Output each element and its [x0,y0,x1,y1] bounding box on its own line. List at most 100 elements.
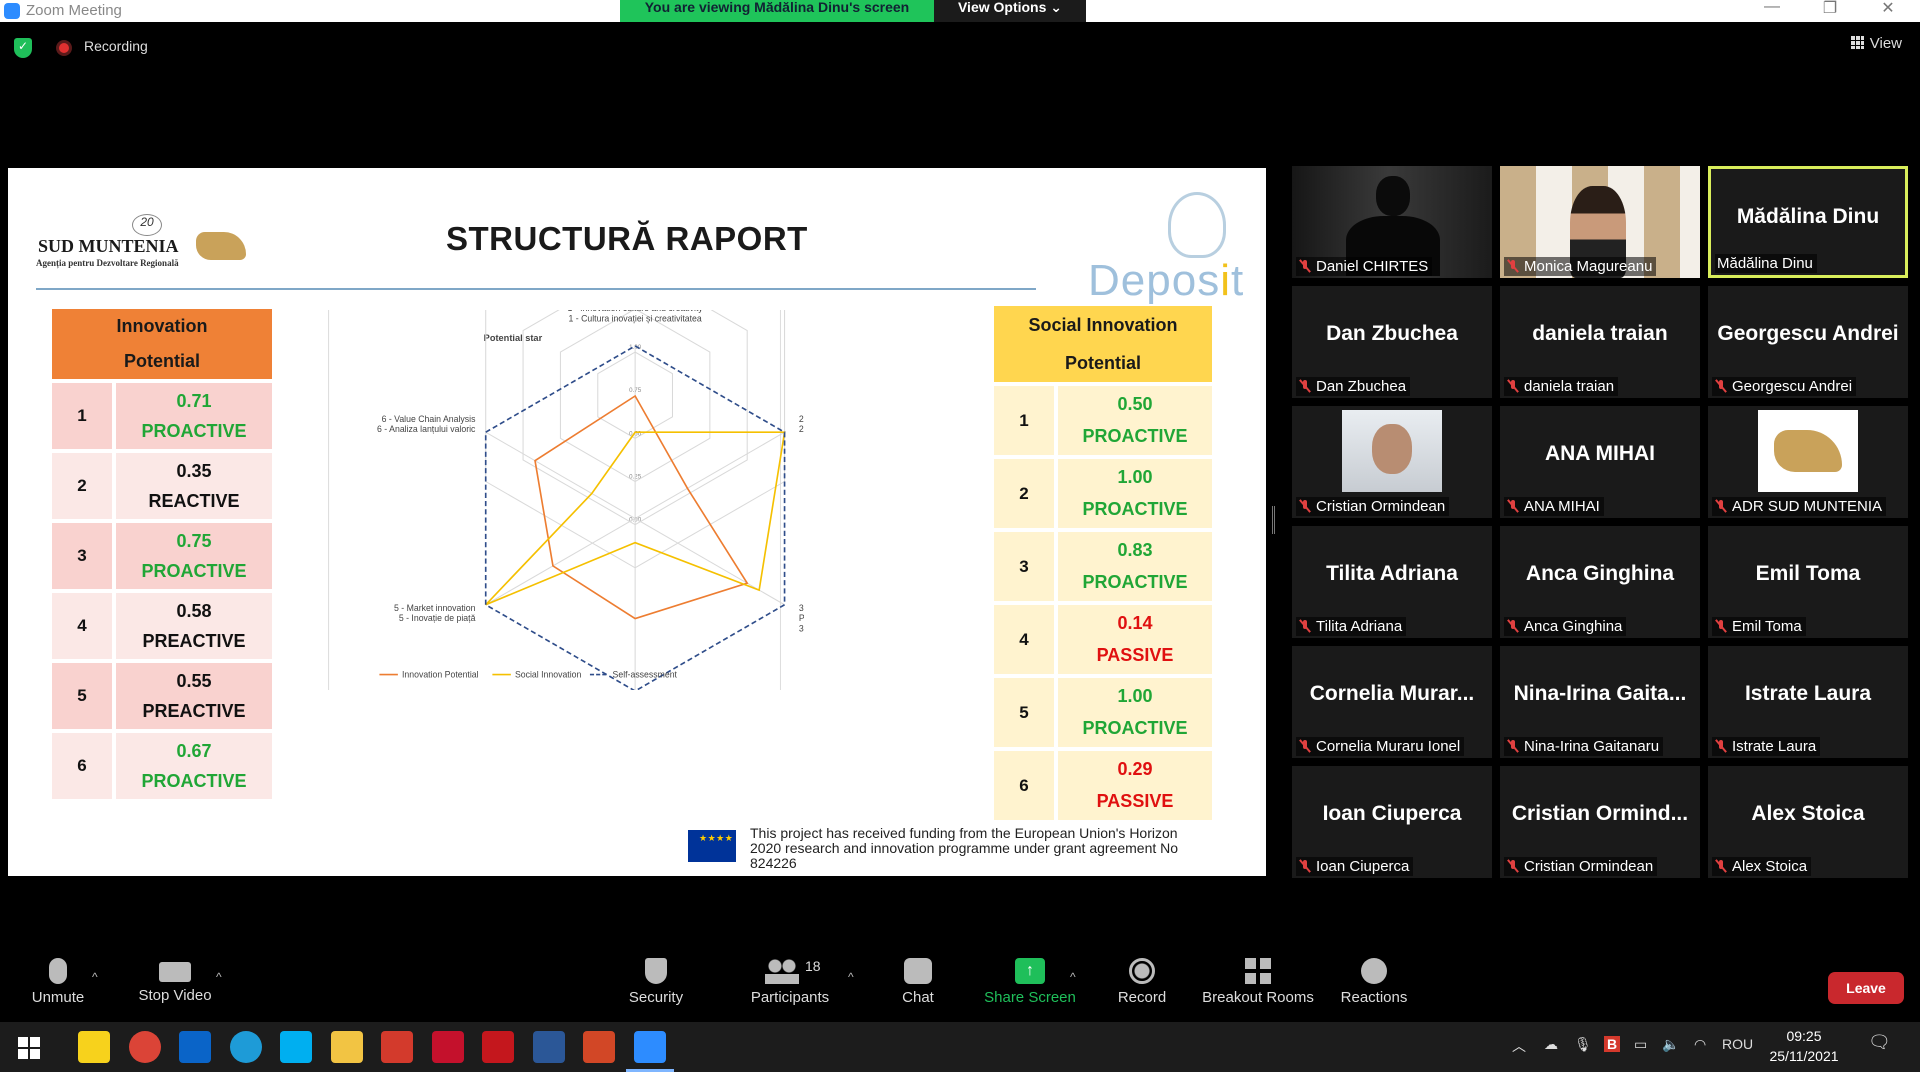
security-button[interactable]: Security [618,958,694,1006]
microphone-tray-icon[interactable]: 🎙 [1574,1036,1592,1053]
muted-microphone-icon [1298,739,1312,753]
row-number: 5 [52,663,112,729]
participants-options-caret[interactable]: ^ [848,970,854,984]
table-row: 1 0.50 PROACTIVE [994,382,1212,455]
muted-microphone-icon [49,958,67,984]
score-value: 0.67 [176,740,212,761]
viewing-banner: You are viewing Mădălina Dinu's screen [620,0,934,22]
reactions-button[interactable]: Reactions [1334,958,1414,1006]
stop-video-button[interactable]: Stop Video [132,958,218,1004]
participant-tile[interactable]: Dan Zbuchea Dan Zbuchea [1292,286,1492,398]
participant-tile[interactable]: Cristian Ormindean [1292,406,1492,518]
taskbar-skype-icon[interactable] [280,1031,312,1063]
participant-tile[interactable]: Cristian Ormind... Cristian Ormindean [1500,766,1700,878]
participant-name-label: daniela traian [1504,377,1619,396]
row-value-cell: 1.00 PROACTIVE [1054,678,1212,747]
close-button[interactable]: ✕ [1868,0,1908,18]
participant-display-name: Nina-Irina Gaita... [1513,682,1687,705]
share-screen-button[interactable]: ↑ Share Screen [982,958,1078,1006]
view-button[interactable]: View [1850,35,1902,52]
participant-display-name: Istrate Laura [1744,682,1872,705]
participant-tile[interactable]: Georgescu Andrei Georgescu Andrei [1708,286,1908,398]
minimize-button[interactable]: — [1752,0,1792,16]
row-number: 6 [994,751,1054,820]
participant-tile[interactable]: Anca Ginghina Anca Ginghina [1500,526,1700,638]
participant-name-label: Monica Magureanu [1504,257,1657,276]
muted-microphone-icon [1506,259,1520,273]
taskbar-app-red-1-icon[interactable] [381,1031,413,1063]
participant-tile[interactable]: ADR SUD MUNTENIA [1708,406,1908,518]
cloud-icon[interactable]: ☁ [1544,1036,1558,1053]
participant-tile[interactable]: ANA MIHAI ANA MIHAI [1500,406,1700,518]
score-level: PREACTIVE [142,700,246,721]
taskbar-powerpoint-icon[interactable] [583,1031,615,1063]
breakout-rooms-icon [1245,958,1271,984]
video-options-caret[interactable]: ^ [216,970,222,984]
taskbar-sticky-notes-icon[interactable] [78,1031,110,1063]
participant-tile[interactable]: daniela traian daniela traian [1500,286,1700,398]
participant-tile[interactable]: Daniel CHIRTES [1292,166,1492,278]
taskbar-word-icon[interactable] [532,1031,565,1063]
row-number: 4 [994,605,1054,674]
system-clock[interactable]: 09:25 25/11/2021 [1762,1026,1846,1066]
wifi-icon[interactable]: ◠ [1694,1036,1706,1053]
row-value-cell: 0.83 PROACTIVE [1054,532,1212,601]
participant-display-name: Dan Zbuchea [1326,322,1458,345]
taskbar-acrobat-icon[interactable] [482,1031,514,1063]
participant-tile[interactable]: Tilita Adriana Tilita Adriana [1292,526,1492,638]
participant-tile[interactable]: Istrate Laura Istrate Laura [1708,646,1908,758]
muted-microphone-icon [1714,859,1728,873]
participant-tile[interactable]: Emil Toma Emil Toma [1708,526,1908,638]
chart-title: Potential star [484,333,543,343]
score-value: 1.00 [1117,686,1153,707]
audio-options-caret[interactable]: ^ [92,970,98,984]
table-header: Innovation Potential [52,309,272,379]
score-level: PROACTIVE [141,770,247,791]
show-hidden-icons-chevron[interactable]: ︿ [1512,1036,1526,1056]
shared-screen-slide: 20 SUD MUNTENIA Agenția pentru Dezvoltar… [8,168,1266,876]
score-level: REACTIVE [148,490,240,511]
record-button[interactable]: Record [1110,958,1174,1006]
encryption-shield-icon[interactable] [14,38,32,58]
participant-tile[interactable]: Monica Magureanu [1500,166,1700,278]
participant-name-label: Emil Toma [1712,617,1806,636]
participants-button[interactable]: 18 Participants [740,958,840,1006]
grid-view-icon [1850,36,1864,49]
unmute-button[interactable]: Unmute [22,958,94,1006]
score-level: PROACTIVE [1082,717,1188,738]
row-value-cell: 0.71 PROACTIVE [112,383,272,449]
share-options-caret[interactable]: ^ [1070,970,1076,984]
leave-button[interactable]: Leave [1828,972,1904,1004]
input-language[interactable]: ROU [1722,1036,1753,1052]
notifications-icon[interactable]: 🗨 [1868,1032,1891,1053]
slide-divider [36,288,1036,290]
panel-splitter-handle[interactable] [1272,506,1275,534]
taskbar-chrome-icon[interactable] [128,1031,161,1063]
taskbar-outlook-icon[interactable] [179,1031,211,1063]
table-row: 2 1.00 PROACTIVE [994,455,1212,528]
participant-tile[interactable]: Mădălina Dinu Mădălina Dinu [1708,166,1908,278]
row-value-cell: 0.50 PROACTIVE [1054,386,1212,455]
breakout-rooms-button[interactable]: Breakout Rooms [1200,958,1316,1006]
participant-tile[interactable]: Alex Stoica Alex Stoica [1708,766,1908,878]
participant-display-name: Mădălina Dinu [1736,205,1880,228]
windows-start-icon[interactable] [18,1037,40,1059]
taskbar-zoom-icon[interactable] [625,1031,674,1072]
brave-tray-icon[interactable]: B [1604,1036,1621,1052]
participant-tile[interactable]: Ioan Ciuperca Ioan Ciuperca [1292,766,1492,878]
chat-button[interactable]: Chat [890,958,946,1006]
sud-muntenia-logo: 20 SUD MUNTENIA Agenția pentru Dezvoltar… [36,214,256,274]
battery-icon[interactable]: ▭ [1634,1036,1647,1053]
taskbar-edge-icon[interactable] [229,1031,262,1063]
volume-icon[interactable]: 🔈 [1662,1036,1679,1053]
taskbar-app-red-2-icon[interactable] [431,1031,464,1063]
participant-tile[interactable]: Cornelia Murar... Cornelia Muraru Ionel [1292,646,1492,758]
restore-button[interactable]: ❐ [1810,0,1850,18]
participant-tile[interactable]: Nina-Irina Gaita... Nina-Irina Gaitanaru [1500,646,1700,758]
radar-spoke [485,518,636,606]
view-options-button[interactable]: View Options ⌄ [934,0,1086,22]
row-number: 4 [52,593,112,659]
taskbar-file-explorer-icon[interactable] [330,1031,363,1063]
participant-count: 18 [805,958,821,974]
stop-video-label: Stop Video [138,987,212,1004]
